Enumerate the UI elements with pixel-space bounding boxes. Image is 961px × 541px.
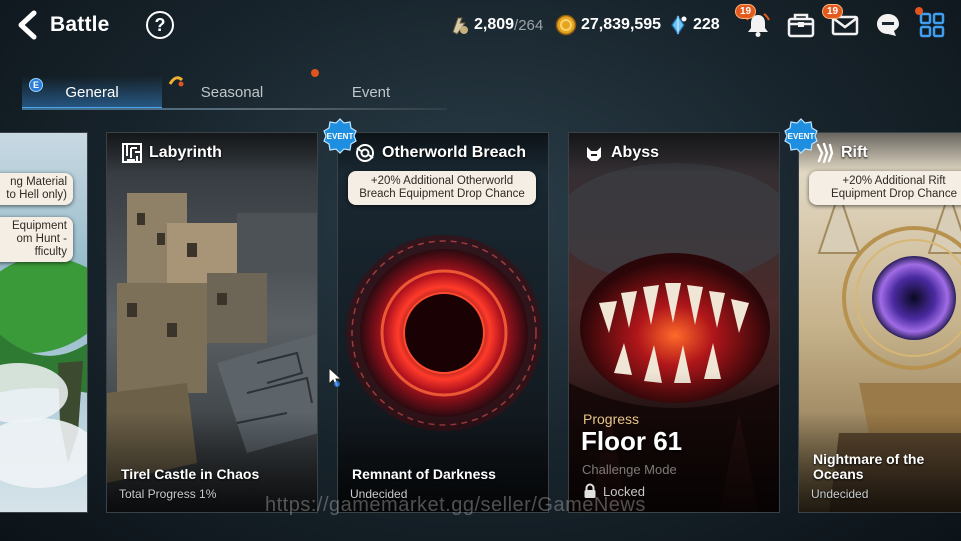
abyss-header: Abyss bbox=[569, 133, 779, 173]
skystone-icon bbox=[671, 14, 687, 36]
mail-badge: 19 bbox=[822, 4, 844, 19]
mail-button[interactable]: 19 bbox=[822, 4, 862, 42]
rift-event-badge-icon: EVENT bbox=[784, 118, 818, 154]
watermark: https://gamemarket.gg/seller/GameNews bbox=[265, 494, 646, 516]
top-bar: Battle ? 2,809 /264 27,839,595 228 19 19 bbox=[0, 0, 961, 50]
tab-event-label: Event bbox=[351, 83, 391, 101]
abyss-title: Abyss bbox=[611, 144, 660, 161]
tabs-underline bbox=[22, 108, 447, 110]
labyrinth-location: Tirel Castle in Chaos bbox=[121, 466, 260, 482]
abyss-floor: Floor 61 bbox=[581, 426, 683, 456]
notifications-badge: 19 bbox=[735, 4, 757, 19]
rift-status: Undecided bbox=[811, 487, 869, 501]
skystone-counter[interactable]: 228 bbox=[667, 13, 720, 37]
labyrinth-header: Labyrinth bbox=[107, 133, 317, 173]
otherworld-bonus-tag: +20% Additional Otherworld Breach Equipm… bbox=[348, 171, 536, 205]
otherworld-stage-name: Remnant of Darkness bbox=[352, 466, 496, 482]
event-alert-dot bbox=[311, 69, 319, 77]
partial-bonus-tag-2: Equipment om Hunt - fficulty bbox=[0, 217, 73, 262]
battle-mode-tabs: E General Seasonal Event bbox=[22, 62, 447, 110]
stamina-counter[interactable]: 2,809 /264 bbox=[448, 13, 543, 37]
abyss-demon-icon bbox=[587, 147, 601, 161]
partial-bonus-tag-1: ng Material to Hell only) bbox=[0, 173, 73, 205]
chat-bubble-icon bbox=[877, 14, 899, 36]
mouse-cursor-icon bbox=[328, 367, 342, 388]
svg-text:EVENT: EVENT bbox=[788, 132, 815, 141]
maze-icon bbox=[122, 143, 142, 163]
gold-counter[interactable]: 27,839,595 bbox=[555, 13, 661, 37]
inventory-chest-icon bbox=[787, 13, 815, 38]
gold-amount: 27,839,595 bbox=[581, 16, 662, 33]
back-arrow-icon bbox=[18, 10, 37, 40]
otherworld-breach-card[interactable]: Otherworld Breach +20% Additional Otherw… bbox=[337, 132, 549, 513]
rift-stage-name: Nightmare of the Oceans bbox=[813, 451, 925, 482]
menu-alert-dot bbox=[915, 7, 923, 15]
otherworld-title: Otherworld Breach bbox=[382, 144, 527, 161]
page-title: Battle bbox=[50, 13, 110, 36]
chat-button[interactable] bbox=[871, 8, 905, 42]
notifications-button[interactable]: 19 bbox=[735, 4, 775, 42]
inventory-button[interactable] bbox=[784, 8, 818, 42]
abyss-card[interactable]: Abyss Progress Floor 61 Challenge Mode L… bbox=[568, 132, 780, 513]
rift-header: Rift bbox=[799, 133, 961, 173]
help-button[interactable]: ? bbox=[146, 11, 174, 39]
stamina-max: /264 bbox=[514, 16, 544, 34]
grid-menu-icon bbox=[919, 12, 945, 38]
svg-text:EVENT: EVENT bbox=[327, 132, 354, 141]
labyrinth-card[interactable]: Labyrinth Tirel Castle in Chaos Total Pr… bbox=[106, 132, 318, 513]
back-button[interactable]: Battle bbox=[14, 8, 124, 42]
event-badge-icon: EVENT bbox=[323, 118, 357, 154]
otherworld-header: Otherworld Breach bbox=[338, 133, 548, 173]
gold-coin-icon bbox=[555, 14, 577, 36]
rift-card[interactable]: Rift +20% Additional Rift Equipment Drop… bbox=[798, 132, 961, 513]
tab-seasonal[interactable]: Seasonal bbox=[162, 76, 302, 108]
stamina-current: 2,809 bbox=[474, 16, 515, 33]
main-menu-button[interactable] bbox=[915, 7, 949, 42]
stamina-icon bbox=[452, 17, 468, 35]
abyss-progress-label: Progress bbox=[583, 411, 640, 427]
epic-badge-icon: E bbox=[29, 78, 43, 92]
labyrinth-progress: Total Progress 1% bbox=[119, 487, 217, 501]
partial-content-card[interactable]: ng Material to Hell only) Equipment om H… bbox=[0, 132, 88, 513]
skystone-amount: 228 bbox=[693, 16, 720, 33]
tab-general-label: General bbox=[65, 83, 119, 101]
rift-title: Rift bbox=[841, 144, 868, 161]
seasonal-icon bbox=[168, 76, 184, 87]
abyss-challenge-mode: Challenge Mode bbox=[582, 462, 677, 477]
labyrinth-title: Labyrinth bbox=[149, 144, 222, 161]
rift-bonus-tag: +20% Additional Rift Equipment Drop Chan… bbox=[809, 171, 961, 205]
tab-event[interactable]: Event bbox=[301, 69, 441, 108]
tab-general[interactable]: E General bbox=[22, 76, 162, 110]
tab-seasonal-label: Seasonal bbox=[200, 83, 264, 101]
